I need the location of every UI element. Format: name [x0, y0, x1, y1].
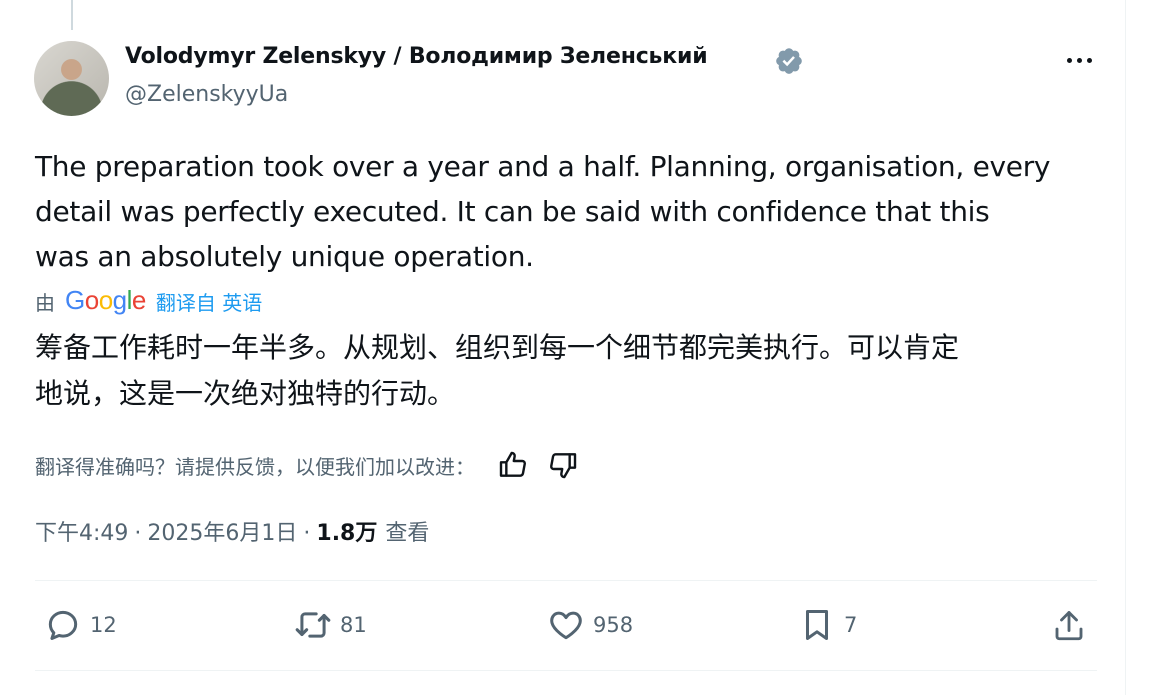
translated-text: 筹备工作耗时一年半多。从规划、组织到每一个细节都完美执行。可以肯定 地说，这是一… [35, 325, 959, 417]
bookmark-icon [805, 610, 829, 640]
translated-text-line: 地说，这是一次绝对独特的行动。 [35, 377, 456, 410]
author-handle[interactable]: @ZelenskyyUa [125, 82, 288, 107]
views-count[interactable]: 1.8万 [316, 515, 377, 547]
author-display-name[interactable]: Volodymyr Zelenskyy / Володимир Зеленськ… [125, 44, 708, 69]
tweet-text-line: detail was perfectly executed. It can be… [35, 195, 990, 228]
verified-badge-icon[interactable] [774, 46, 804, 76]
google-logo: Google [65, 285, 146, 315]
repost-count: 81 [340, 613, 367, 637]
translation-attribution: 由 Google 翻译自 英语 [35, 285, 262, 317]
views-label[interactable]: 查看 [385, 515, 429, 547]
heart-icon [550, 611, 582, 640]
translated-by-label: 由 [35, 291, 55, 315]
bookmark-button[interactable]: 7 [798, 606, 857, 644]
meta-separator: · [303, 521, 311, 546]
reply-button[interactable]: 12 [44, 606, 117, 644]
thumbs-up-icon[interactable] [497, 449, 529, 481]
like-count: 958 [593, 613, 634, 637]
tweet-text-line: The preparation took over a year and a h… [35, 150, 1051, 183]
reply-count: 12 [90, 613, 117, 637]
thumbs-down-icon[interactable] [547, 449, 579, 481]
translation-feedback: 翻译得准确吗？请提供反馈，以便我们加以改进： [35, 449, 579, 481]
reply-icon [48, 610, 78, 640]
tweet-time[interactable]: 下午4:49 [35, 515, 128, 547]
divider [35, 580, 1097, 581]
avatar[interactable] [34, 41, 109, 116]
column-border [1125, 0, 1126, 695]
tweet-date[interactable]: 2025年6月1日 [147, 515, 297, 547]
repost-button[interactable]: 81 [294, 606, 367, 644]
feedback-prompt: 翻译得准确吗？请提供反馈，以便我们加以改进： [35, 454, 475, 479]
repost-icon [295, 612, 331, 638]
translated-text-line: 筹备工作耗时一年半多。从规划、组织到每一个细节都完美执行。可以肯定 [35, 331, 960, 364]
tweet-metadata: 下午4:49 · 2025年6月1日 · 1.8万 查看 [35, 515, 429, 547]
thread-connector-line [71, 0, 73, 30]
like-button[interactable]: 958 [547, 606, 633, 644]
more-icon[interactable] [1063, 52, 1095, 68]
divider [35, 670, 1097, 671]
share-icon[interactable] [1051, 608, 1087, 644]
bookmark-count: 7 [844, 613, 858, 637]
meta-separator: · [134, 521, 142, 546]
tweet-text-line: was an absolutely unique operation. [35, 240, 534, 273]
translated-from-link[interactable]: 翻译自 英语 [156, 287, 262, 316]
tweet-text: The preparation took over a year and a h… [35, 144, 1115, 279]
